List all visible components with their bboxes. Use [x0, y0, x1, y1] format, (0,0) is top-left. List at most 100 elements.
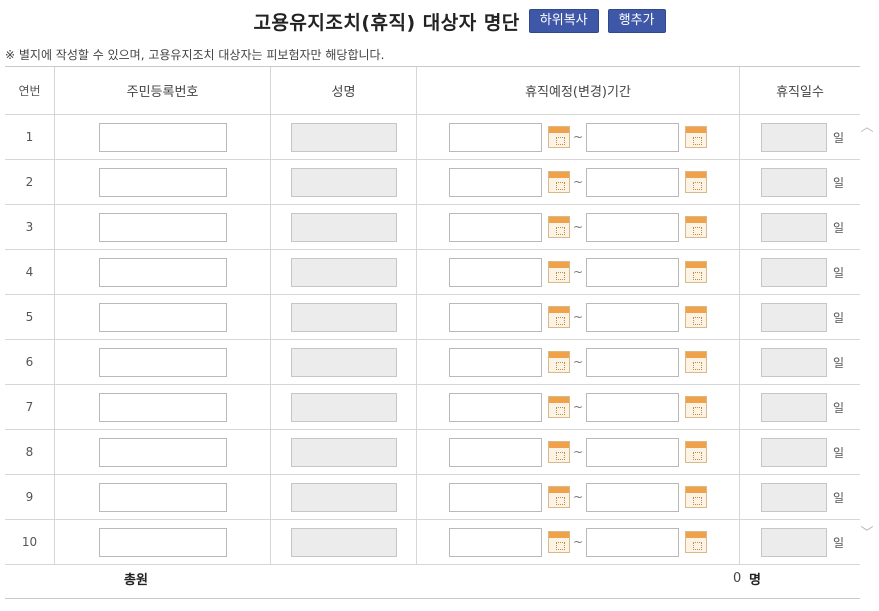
- day-unit-label: 일: [833, 175, 845, 190]
- calendar-icon[interactable]: [547, 306, 570, 328]
- add-row-button[interactable]: 행추가: [607, 9, 666, 33]
- leave-days-field: [761, 482, 827, 512]
- start-date-input[interactable]: [448, 347, 542, 377]
- calendar-icon[interactable]: [547, 351, 570, 373]
- start-date-input[interactable]: [448, 482, 542, 512]
- name-field: [290, 212, 397, 242]
- calendar-icon[interactable]: [547, 216, 570, 238]
- copy-down-button[interactable]: 하위복사: [528, 9, 599, 33]
- name-cell: [271, 250, 417, 294]
- row-number: 8: [5, 430, 55, 474]
- calendar-icon[interactable]: [685, 216, 708, 238]
- start-date-input[interactable]: [448, 257, 542, 287]
- grid-scrollbar[interactable]: ︿ ﹀: [860, 113, 874, 553]
- calendar-icon[interactable]: [547, 396, 570, 418]
- ssn-cell: [55, 115, 271, 159]
- start-date-input[interactable]: [448, 167, 542, 197]
- name-cell: [271, 115, 417, 159]
- row-number: 3: [5, 205, 55, 249]
- end-date-input[interactable]: [586, 347, 680, 377]
- range-separator: ~: [572, 490, 584, 504]
- end-date-input[interactable]: [586, 482, 680, 512]
- chevron-down-icon[interactable]: ﹀: [860, 527, 874, 541]
- name-field: [290, 167, 397, 197]
- table-row: 2 ~ 일: [5, 160, 860, 205]
- start-date-input[interactable]: [448, 122, 542, 152]
- total-value: 0: [733, 570, 742, 586]
- start-date-input[interactable]: [448, 527, 542, 557]
- name-field: [290, 257, 397, 287]
- end-date-input[interactable]: [586, 212, 680, 242]
- chevron-up-icon[interactable]: ︿: [860, 121, 874, 135]
- ssn-input[interactable]: [98, 257, 227, 287]
- col-header-period: 휴직예정(변경)기간: [417, 67, 740, 114]
- calendar-icon[interactable]: [685, 306, 708, 328]
- end-date-input[interactable]: [586, 392, 680, 422]
- ssn-input[interactable]: [98, 482, 227, 512]
- table-row: 5 ~ 일: [5, 295, 860, 340]
- calendar-icon[interactable]: [685, 486, 708, 508]
- end-date-input[interactable]: [586, 527, 680, 557]
- total-label: 총원: [124, 572, 148, 588]
- ssn-input[interactable]: [98, 212, 227, 242]
- name-field: [290, 122, 397, 152]
- end-date-input[interactable]: [586, 302, 680, 332]
- day-unit-label: 일: [833, 310, 845, 325]
- range-separator: ~: [572, 220, 584, 234]
- col-header-name: 성명: [271, 67, 417, 114]
- range-separator: ~: [572, 265, 584, 279]
- calendar-icon[interactable]: [685, 531, 708, 553]
- calendar-icon[interactable]: [547, 531, 570, 553]
- calendar-icon[interactable]: [685, 441, 708, 463]
- calendar-icon[interactable]: [685, 261, 708, 283]
- days-cell: 일: [740, 115, 860, 159]
- calendar-icon[interactable]: [547, 441, 570, 463]
- day-unit-label: 일: [833, 490, 845, 505]
- end-date-input[interactable]: [586, 437, 680, 467]
- col-header-days: 휴직일수: [776, 85, 824, 100]
- calendar-icon[interactable]: [685, 171, 708, 193]
- table-row: 6 ~ 일: [5, 340, 860, 385]
- name-field: [290, 437, 397, 467]
- leave-days-field: [761, 347, 827, 377]
- start-date-input[interactable]: [448, 212, 542, 242]
- period-cell: ~: [417, 340, 740, 384]
- table-row: 9 ~ 일: [5, 475, 860, 520]
- start-date-input[interactable]: [448, 437, 542, 467]
- row-number: 4: [5, 250, 55, 294]
- calendar-icon[interactable]: [685, 126, 708, 148]
- name-cell: [271, 340, 417, 384]
- ssn-cell: [55, 250, 271, 294]
- calendar-icon[interactable]: [547, 486, 570, 508]
- total-row: 총원 0 명: [5, 558, 860, 599]
- end-date-input[interactable]: [586, 167, 680, 197]
- end-date-input[interactable]: [586, 257, 680, 287]
- ssn-input[interactable]: [98, 302, 227, 332]
- ssn-input[interactable]: [98, 167, 227, 197]
- end-date-input[interactable]: [586, 122, 680, 152]
- name-field: [290, 392, 397, 422]
- ssn-input[interactable]: [98, 347, 227, 377]
- ssn-input[interactable]: [98, 122, 227, 152]
- calendar-icon[interactable]: [547, 171, 570, 193]
- calendar-icon[interactable]: [547, 126, 570, 148]
- name-cell: [271, 430, 417, 474]
- table-row: 1 ~ 일: [5, 115, 860, 160]
- notice-text: ※ 별지에 작성할 수 있으며, 고용유지조치 대상자는 피보험자만 해당합니다…: [5, 48, 385, 62]
- calendar-icon[interactable]: [685, 351, 708, 373]
- days-cell: 일: [740, 250, 860, 294]
- period-cell: ~: [417, 295, 740, 339]
- range-separator: ~: [572, 130, 584, 144]
- ssn-input[interactable]: [98, 392, 227, 422]
- col-header-ssn: 주민등록번호: [55, 67, 271, 114]
- name-cell: [271, 385, 417, 429]
- calendar-icon[interactable]: [685, 396, 708, 418]
- name-cell: [271, 295, 417, 339]
- start-date-input[interactable]: [448, 392, 542, 422]
- ssn-input[interactable]: [98, 437, 227, 467]
- leave-days-field: [761, 167, 827, 197]
- start-date-input[interactable]: [448, 302, 542, 332]
- ssn-input[interactable]: [98, 527, 227, 557]
- calendar-icon[interactable]: [547, 261, 570, 283]
- leave-days-field: [761, 212, 827, 242]
